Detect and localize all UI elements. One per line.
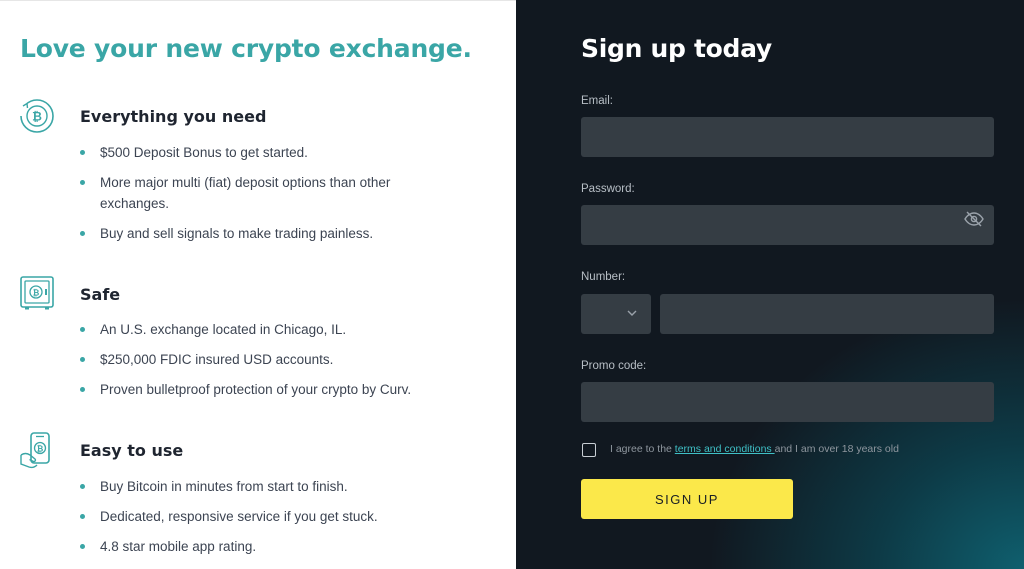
list-item: Dedicated, responsive service if you get… (80, 506, 440, 527)
signup-panel: Sign up today Email: Password: Number: P… (516, 0, 1024, 569)
signup-title: Sign up today (581, 34, 772, 63)
feature-list-easy: Buy Bitcoin in minutes from start to fin… (80, 476, 440, 566)
svg-text:₿: ₿ (32, 110, 42, 124)
list-item: $250,000 FDIC insured USD accounts. (80, 349, 440, 370)
email-label: Email: (581, 95, 613, 107)
svg-text:₿: ₿ (37, 445, 44, 454)
password-field[interactable] (581, 205, 994, 245)
agree-prefix: I agree to the (610, 443, 675, 455)
agree-suffix: and I am over 18 years old (774, 443, 899, 455)
bitcoin-safe-icon: ₿ (20, 276, 54, 310)
promo-label: Promo code: (581, 360, 647, 372)
terms-link[interactable]: terms and conditions (675, 443, 775, 455)
password-label: Password: (581, 183, 635, 195)
feature-title-everything: Everything you need (80, 107, 267, 126)
terms-checkbox[interactable] (582, 443, 596, 457)
email-field[interactable] (581, 117, 994, 157)
bitcoin-cycle-icon: ₿ (19, 99, 54, 133)
features-panel: Love your new crypto exchange. ₿ Everyth… (0, 0, 516, 569)
svg-text:₿: ₿ (33, 289, 40, 298)
feature-title-safe: Safe (80, 285, 121, 304)
list-item: Buy and sell signals to make trading pai… (80, 223, 440, 244)
list-item: More major multi (fiat) deposit options … (80, 172, 440, 214)
hide-password-icon[interactable] (964, 211, 984, 227)
terms-agreement-text: I agree to the terms and conditions and … (610, 443, 899, 455)
list-item: Buy Bitcoin in minutes from start to fin… (80, 476, 440, 497)
phone-number-field[interactable] (660, 294, 994, 334)
list-item: Proven bulletproof protection of your cr… (80, 379, 440, 400)
promo-code-field[interactable] (581, 382, 994, 422)
chevron-down-icon (627, 310, 637, 316)
country-code-select[interactable] (581, 294, 651, 334)
feature-title-easy: Easy to use (80, 441, 184, 460)
feature-list-everything: $500 Deposit Bonus to get started. More … (80, 142, 440, 253)
feature-list-safe: An U.S. exchange located in Chicago, IL.… (80, 319, 440, 409)
list-item: $500 Deposit Bonus to get started. (80, 142, 440, 163)
sign-up-button[interactable]: SIGN UP (581, 479, 793, 519)
list-item: An U.S. exchange located in Chicago, IL. (80, 319, 440, 340)
list-item: 4.8 star mobile app rating. (80, 536, 440, 557)
page-headline: Love your new crypto exchange. (20, 34, 472, 63)
bitcoin-phone-hand-icon: ₿ (20, 432, 50, 469)
number-label: Number: (581, 271, 626, 283)
